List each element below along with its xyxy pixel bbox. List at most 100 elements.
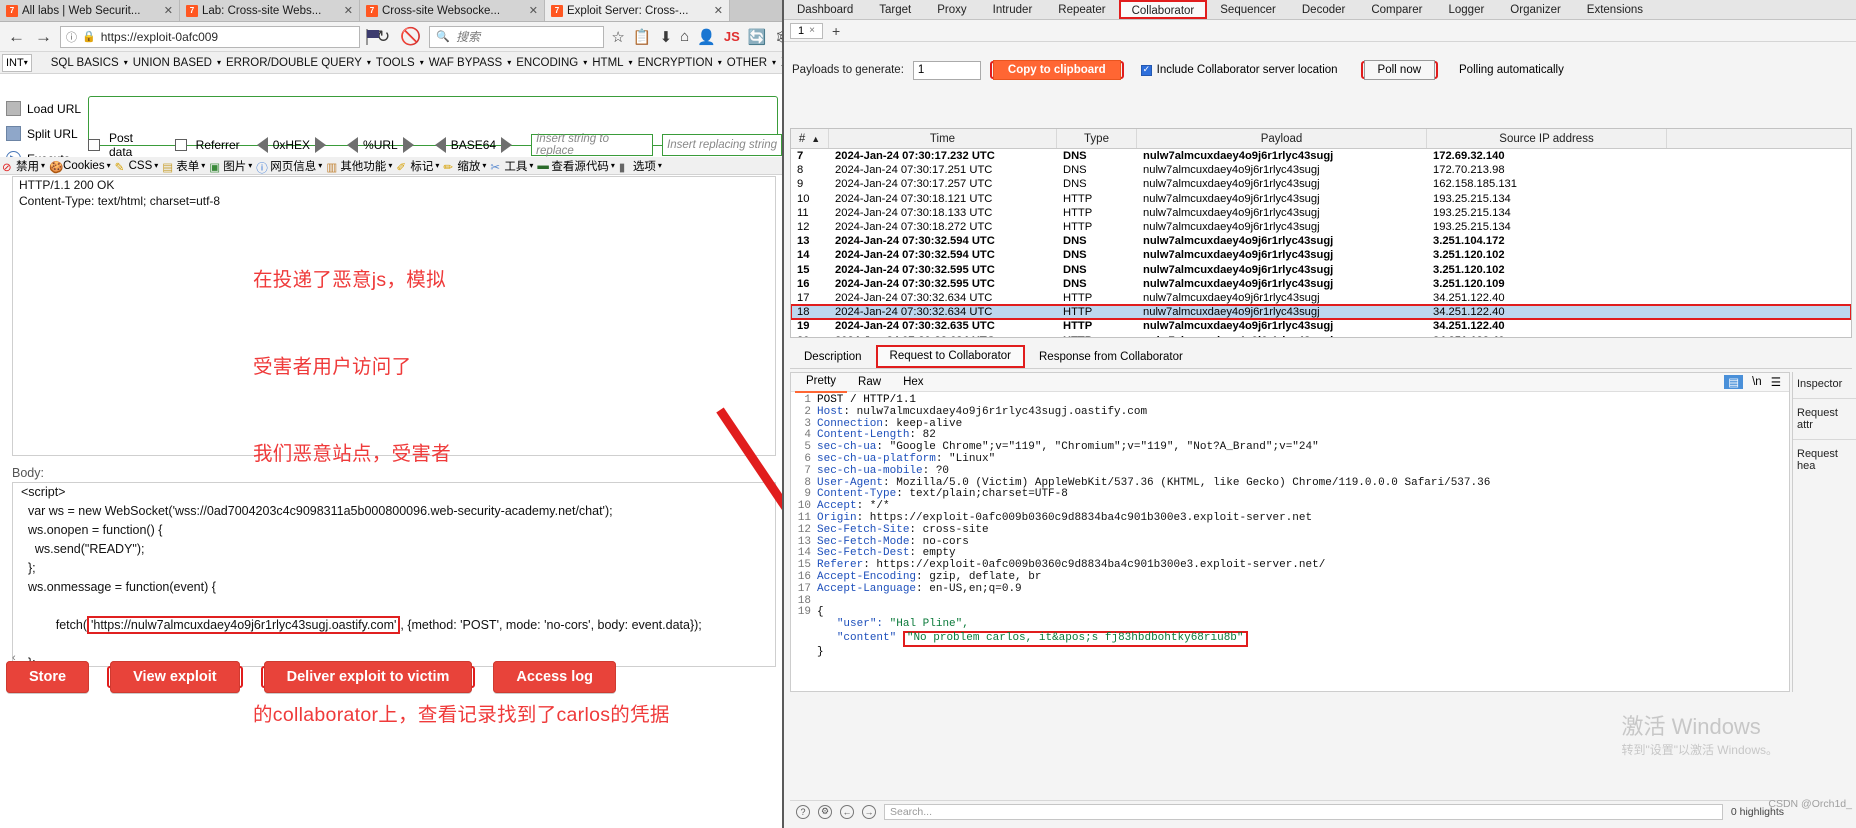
- back-arrow-icon[interactable]: ←: [6, 28, 27, 45]
- search-bar[interactable]: 🔍 搜索: [429, 25, 605, 48]
- poll-now-button[interactable]: Poll now: [1363, 60, 1436, 80]
- menu-encoding[interactable]: ENCODING: [511, 57, 583, 69]
- referrer-checkbox[interactable]: [174, 139, 187, 151]
- tab-collaborator[interactable]: Collaborator: [1118, 0, 1208, 19]
- table-row[interactable]: 15 2024-Jan-24 07:30:32.595 UTC DNS nulw7al…: [791, 263, 1851, 277]
- close-icon[interactable]: ✕: [714, 4, 723, 17]
- include-location-group[interactable]: Include Collaborator server location: [1140, 64, 1338, 76]
- browser-tab-active[interactable]: 7 Exploit Server: Cross-... ✕: [545, 0, 730, 21]
- tab-intruder[interactable]: Intruder: [980, 0, 1046, 19]
- store-button[interactable]: Store: [6, 661, 90, 693]
- webdev-disable[interactable]: ⊘ 禁用 ▾: [0, 158, 47, 174]
- translate-icon[interactable]: 🔄: [747, 28, 768, 46]
- tab-logger[interactable]: Logger: [1435, 0, 1497, 19]
- close-icon[interactable]: ✕: [344, 4, 353, 17]
- tab-target[interactable]: Target: [866, 0, 924, 19]
- tab-dashboard[interactable]: Dashboard: [784, 0, 866, 19]
- webdev-css[interactable]: ✎ CSS ▾: [113, 160, 161, 174]
- ghost-icon[interactable]: 👤: [696, 28, 717, 46]
- inspector-request-headers[interactable]: Request hea: [1793, 439, 1856, 480]
- chevron-left-icon[interactable]: [434, 137, 446, 153]
- webdev-viewsource[interactable]: ▬ 查看源代码 ▾: [535, 158, 617, 174]
- tab-organizer[interactable]: Organizer: [1497, 0, 1574, 19]
- menu-encryption[interactable]: ENCRYPTION: [633, 57, 718, 69]
- menu-tools[interactable]: TOOLS: [371, 57, 420, 69]
- chevron-right-icon[interactable]: [315, 137, 327, 153]
- webdev-options[interactable]: ▮ 选项 ▾: [617, 158, 664, 174]
- col-payload[interactable]: Payload: [1137, 129, 1427, 148]
- webdev-misc[interactable]: ▥ 其他功能 ▾: [324, 158, 394, 174]
- gear-icon[interactable]: ⚙: [818, 804, 832, 819]
- chevron-left-icon[interactable]: [256, 137, 268, 153]
- prev-icon[interactable]: ←: [840, 804, 854, 819]
- table-row[interactable]: 14 2024-Jan-24 07:30:32.594 UTC DNS nulw7al…: [791, 248, 1851, 262]
- table-row[interactable]: 9 2024-Jan-24 07:30:17.257 UTC DNS nulw7alm…: [791, 177, 1851, 191]
- collaborator-interactions-table[interactable]: # ▲ Time Type Payload Source IP address 7…: [790, 128, 1852, 338]
- session-tab-1[interactable]: 1 ×: [790, 22, 823, 39]
- help-icon[interactable]: ?: [796, 804, 810, 819]
- hex-encode-group[interactable]: 0xHEX: [256, 137, 327, 153]
- star-icon[interactable]: ☆: [610, 28, 625, 46]
- spider-icon[interactable]: 🕸: [773, 28, 782, 46]
- col-source-ip[interactable]: Source IP address: [1427, 129, 1667, 148]
- http-request-body[interactable]: 1 POST / HTTP/1.1 2 Host: nulw7almcuxdaey4o…: [791, 392, 1789, 659]
- tab-request-to-collaborator[interactable]: Request to Collaborator: [875, 345, 1025, 368]
- tab-description[interactable]: Description: [790, 345, 876, 368]
- close-icon[interactable]: ✕: [164, 4, 173, 17]
- base64-encode-group[interactable]: BASE64: [434, 137, 513, 153]
- menu-icon[interactable]: ☰: [1771, 375, 1781, 389]
- menu-html[interactable]: HTML: [587, 57, 628, 69]
- load-url-button[interactable]: Load URL: [0, 96, 86, 121]
- table-row[interactable]: 11 2024-Jan-24 07:30:18.133 UTC HTTP nulw7a…: [791, 206, 1851, 220]
- menu-union-based[interactable]: UNION BASED: [128, 57, 217, 69]
- replacing-input[interactable]: Insert replacing string: [662, 134, 782, 156]
- tab-raw[interactable]: Raw: [847, 373, 892, 392]
- webdev-resize[interactable]: ✏ 缩放 ▾: [441, 158, 488, 174]
- webdev-outline[interactable]: ✐ 标记 ▾: [394, 158, 441, 174]
- newline-icon[interactable]: \n: [1752, 376, 1762, 388]
- split-url-button[interactable]: Split URL: [0, 121, 86, 146]
- add-session-button[interactable]: +: [827, 23, 845, 39]
- close-icon[interactable]: ✕: [529, 4, 538, 17]
- block-icon[interactable]: 🚫: [398, 28, 423, 45]
- next-icon[interactable]: →: [862, 804, 876, 819]
- hackbar-mode-select[interactable]: INT ▾: [2, 53, 32, 72]
- menu-other[interactable]: OTHER: [722, 57, 772, 69]
- webdev-cookies[interactable]: 🍪 Cookies ▾: [47, 160, 113, 174]
- access-log-button[interactable]: Access log: [493, 661, 616, 693]
- deliver-exploit-button[interactable]: Deliver exploit to victim: [263, 661, 473, 693]
- browser-tab[interactable]: 7 Cross-site Websocke... ✕: [360, 0, 545, 21]
- tab-decoder[interactable]: Decoder: [1289, 0, 1358, 19]
- webdev-images[interactable]: ▣ 图片 ▾: [207, 158, 254, 174]
- table-row[interactable]: 8 2024-Jan-24 07:30:17.251 UTC DNS nulw7alm…: [791, 163, 1851, 177]
- table-row[interactable]: 19 2024-Jan-24 07:30:32.635 UTC HTTP nulw7a…: [791, 319, 1851, 333]
- url-encode-group[interactable]: %URL: [347, 137, 414, 153]
- menu-error-query[interactable]: ERROR/DOUBLE QUERY: [221, 57, 367, 69]
- menu-sql-basics[interactable]: SQL BASICS: [46, 57, 124, 69]
- chevron-right-icon[interactable]: [402, 137, 414, 153]
- home-icon[interactable]: ⌂: [679, 28, 690, 45]
- table-row[interactable]: 202024-Jan-24 07:30:32.634 UTCHTTPnulw7a…: [791, 333, 1851, 337]
- forward-arrow-icon[interactable]: →: [33, 28, 54, 45]
- post-data-checkbox[interactable]: [88, 139, 100, 151]
- col-type[interactable]: Type: [1057, 129, 1137, 148]
- payloads-count-input[interactable]: 1: [912, 60, 981, 80]
- tab-hex[interactable]: Hex: [892, 373, 934, 392]
- tab-comparer[interactable]: Comparer: [1358, 0, 1435, 19]
- webdev-tools[interactable]: ✂ 工具 ▾: [488, 158, 535, 174]
- flag-icon[interactable]: [366, 28, 379, 45]
- browser-tab[interactable]: 7 Lab: Cross-site Webs... ✕: [180, 0, 360, 21]
- message-search-input[interactable]: Search...: [884, 803, 1723, 820]
- tab-pretty[interactable]: Pretty: [795, 372, 848, 393]
- table-row[interactable]: 7 2024-Jan-24 07:30:17.232 UTC DNS nulw7alm…: [791, 149, 1851, 163]
- col-time[interactable]: Time: [829, 129, 1057, 148]
- table-row[interactable]: 10 2024-Jan-24 07:30:18.121 UTC HTTP nulw7a…: [791, 192, 1851, 206]
- table-row[interactable]: 18 2024-Jan-24 07:30:32.634 UTC HTTP nulw7a…: [791, 304, 1851, 321]
- view-exploit-button[interactable]: View exploit: [110, 661, 240, 693]
- address-bar[interactable]: ⓘ 🔒 https://exploit-0afc009: [60, 25, 360, 48]
- table-row[interactable]: 12 2024-Jan-24 07:30:18.272 UTC HTTP nulw7a…: [791, 220, 1851, 234]
- table-row[interactable]: 13 2024-Jan-24 07:30:32.594 UTC DNS nulw7al…: [791, 234, 1851, 248]
- tab-sequencer[interactable]: Sequencer: [1207, 0, 1289, 19]
- reader-icon[interactable]: 📋: [632, 28, 653, 46]
- webdev-forms[interactable]: ▤ 表单 ▾: [160, 158, 207, 174]
